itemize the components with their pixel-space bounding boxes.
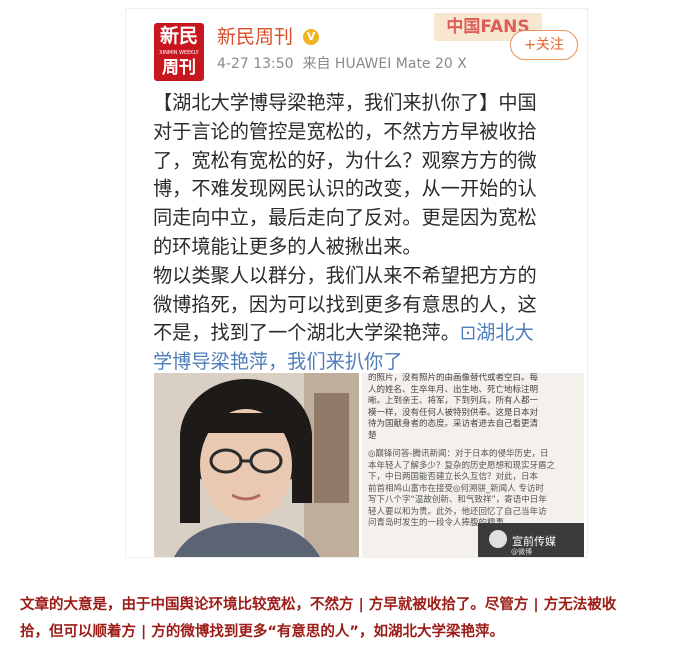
post-meta: 4-27 13:50 来自 HUAWEI Mate 20 X [217,55,467,73]
post-line-5: 同走向中立，最后走向了反对。更是因为宽松 [153,206,537,230]
post-line-8: 微博掐死，因为可以找到更多有意思的人，这 [153,292,537,316]
post-line-1: 【湖北大学博导梁艳萍，我们来扒你了】中国 [153,91,537,114]
post-line-2: 对于言论的管控是宽松的，不然方方早被收拾 [153,119,537,143]
post-header: 新民 XINMIN WEEKLY 周刊 新民周刊 V 4-27 13:50 来自… [126,9,587,85]
post-line-3: 了，宽松有宽松的好，为什么？观察方方的微 [153,148,537,172]
news-text-bottom: ◎巅锋问答-腾讯新闻：对于日本的侵华历史，日 本年轻人了解多少？复杂的历史愿想和… [368,449,556,528]
news-screenshot-image[interactable]: 的照片，没有照片的由画像替代或者空白。每 人的姓名、生卒年月、出生地、死亡地标注… [362,373,584,557]
post-line-7: 物以类聚人以群分，我们从来不希望把方方的 [153,263,537,287]
watermark-small: @微博 [511,548,532,556]
avatar-line1: 新民 [159,25,198,47]
topic-link-cont[interactable]: 学博导梁艳萍，我们来扒你了 [153,350,402,373]
post-time: 4-27 13:50 [217,56,294,72]
post-line-4: 博，不难发现网民认识的改变，从一开始的认 [153,177,537,201]
post-line-9: 不是，找到了一个湖北大学梁艳萍。 [153,321,460,345]
avatar-line2: XINMIN WEEKLY [159,50,199,56]
verified-badge-icon: V [303,29,319,45]
post-source: 来自 HUAWEI Mate 20 X [302,56,467,72]
account-name[interactable]: 新民周刊 [217,25,293,49]
topic-link[interactable]: ⊡湖北大 [460,321,534,344]
avatar[interactable]: 新民 XINMIN WEEKLY 周刊 [154,23,204,81]
portrait-photo[interactable] [154,373,359,557]
news-text-top: 的照片，没有照片的由画像替代或者空白。每 人的姓名、生卒年月、出生地、死亡地标注… [368,373,539,441]
post-line-6: 的环境能让更多的人被揪出来。 [153,234,422,258]
wechat-icon [489,530,507,548]
portrait-image [154,373,359,557]
article-caption: 文章的大意是，由于中国舆论环境比较宽松，不然方 | 方早就被收拾了。尽管方 | … [20,597,617,640]
post-text: 【湖北大学博导梁艳萍，我们来扒你了】中国 对于言论的管控是宽松的，不然方方早被收… [153,89,573,377]
follow-button[interactable]: +关注 [510,30,578,60]
post-images: 的照片，没有照片的由画像替代或者空白。每 人的姓名、生卒年月、出生地、死亡地标注… [154,373,584,557]
avatar-line3: 周刊 [162,58,196,78]
weibo-post-screenshot: 新民 XINMIN WEEKLY 周刊 新民周刊 V 4-27 13:50 来自… [125,8,588,558]
